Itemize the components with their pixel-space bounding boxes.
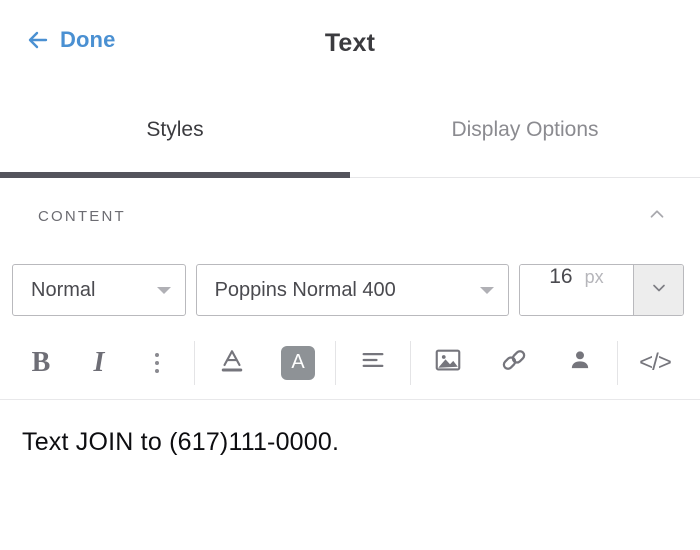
editor-content: Text JOIN to (617)111-0000. [22, 428, 340, 456]
font-size-value: 16 [549, 265, 573, 288]
caret-down-icon [156, 286, 171, 294]
toolbar-divider [335, 340, 336, 385]
more-vertical-icon [155, 352, 159, 373]
text-color-button[interactable] [209, 340, 255, 386]
insert-link-button[interactable] [491, 340, 537, 386]
font-size-control: 16 px [518, 264, 684, 316]
text-controls-row: Normal Poppins Normal 400 16 px [0, 254, 700, 326]
italic-icon: I [93, 346, 105, 378]
italic-button[interactable]: I [76, 340, 122, 386]
content-section-header: CONTENT [0, 178, 700, 254]
section-title: CONTENT [38, 207, 126, 225]
toolbar-divider [194, 340, 195, 385]
toolbar-divider [617, 340, 618, 385]
text-color-icon [217, 345, 247, 380]
tab-display-options-label: Display Options [451, 117, 599, 141]
text-settings-panel: Done Text Styles Display Options CONTENT… [0, 0, 700, 550]
insert-image-button[interactable] [425, 340, 471, 386]
tab-bar: Styles Display Options [0, 92, 700, 178]
code-icon: </> [639, 348, 672, 376]
tab-styles[interactable]: Styles [0, 92, 350, 178]
highlight-icon: A [281, 345, 315, 380]
font-family-value: Poppins Normal 400 [214, 278, 396, 301]
font-size-unit: px [584, 267, 604, 287]
paragraph-style-value: Normal [31, 278, 96, 301]
text-editor-area[interactable]: Text JOIN to (617)111-0000. [0, 400, 700, 550]
panel-header: Done Text [0, 0, 700, 92]
image-icon [433, 345, 463, 380]
toolbar-divider [410, 340, 411, 385]
paragraph-style-select[interactable]: Normal [12, 264, 186, 316]
chevron-down-icon [649, 278, 669, 303]
section-collapse-button[interactable] [640, 199, 674, 233]
link-icon [499, 345, 529, 380]
tab-styles-label: Styles [146, 117, 204, 141]
bold-button[interactable]: B [18, 340, 64, 386]
bold-icon: B [31, 346, 51, 378]
chevron-up-icon [646, 203, 668, 230]
formatting-toolbar: B I A </> [0, 326, 700, 400]
page-title: Text [324, 29, 376, 57]
person-icon [566, 346, 594, 379]
caret-down-icon [479, 286, 494, 294]
font-size-stepper-button[interactable] [633, 265, 683, 315]
align-button[interactable] [350, 340, 396, 386]
tab-display-options[interactable]: Display Options [350, 92, 700, 177]
font-size-input[interactable]: 16 px [519, 265, 633, 315]
font-family-select[interactable]: Poppins Normal 400 [195, 264, 509, 316]
highlight-color-button[interactable]: A [275, 340, 321, 386]
source-code-button[interactable]: </> [632, 340, 678, 386]
merge-field-button[interactable] [557, 340, 603, 386]
more-options-button[interactable] [134, 340, 180, 386]
align-left-icon [359, 346, 387, 379]
